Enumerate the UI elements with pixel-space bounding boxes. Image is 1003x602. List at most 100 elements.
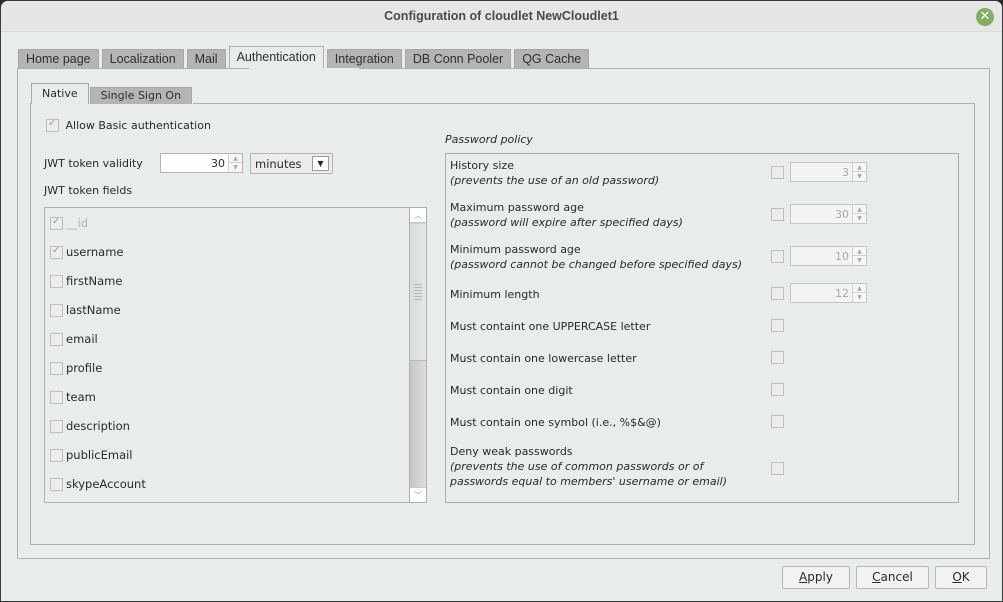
lowercase-rule-checkbox[interactable] <box>771 351 784 364</box>
checkbox[interactable] <box>50 245 63 259</box>
min-password-age-checkbox[interactable] <box>771 250 784 263</box>
row-label: Maximum password age <box>450 201 584 214</box>
jwt-validity-unit-value: minutes <box>255 157 302 171</box>
spin-up-icon[interactable]: ▲ <box>853 163 866 172</box>
scroll-thumb[interactable] <box>410 224 426 361</box>
checkbox[interactable] <box>50 448 63 462</box>
symbol-rule-checkbox[interactable] <box>771 415 784 428</box>
window-title: Configuration of cloudlet NewCloudlet1 <box>384 9 619 23</box>
min-length-checkbox[interactable] <box>771 287 784 300</box>
list-item[interactable]: username <box>50 245 124 261</box>
digit-rule-checkbox[interactable] <box>771 383 784 396</box>
tab-qg-cache[interactable]: QG Cache <box>514 49 590 68</box>
max-password-age-label: Maximum password age (password will expi… <box>450 200 683 230</box>
list-item[interactable]: firstName <box>50 274 122 290</box>
lowercase-rule-label: Must contain one lowercase letter <box>450 352 637 365</box>
checkbox[interactable] <box>50 361 63 375</box>
max-password-age-checkbox[interactable] <box>771 208 784 221</box>
close-icon[interactable]: ✕ <box>976 8 994 26</box>
password-policy-group: History size (prevents the use of an old… <box>445 153 959 503</box>
cancel-button[interactable]: Cancel <box>856 566 929 589</box>
subtab-native[interactable]: Native <box>31 83 89 104</box>
spin-up-icon[interactable]: ▲ <box>853 284 866 293</box>
apply-button[interactable]: Apply <box>782 566 850 589</box>
checkbox[interactable] <box>46 118 59 132</box>
configuration-dialog: Configuration of cloudlet NewCloudlet1 ✕… <box>0 0 1003 602</box>
checkbox[interactable] <box>50 216 63 230</box>
list-item[interactable]: team <box>50 390 96 406</box>
row-sublabel: (prevents the use of an old password) <box>450 174 660 187</box>
checkbox[interactable] <box>50 332 63 346</box>
tab-integration[interactable]: Integration <box>326 49 402 68</box>
spinner-value: 3 <box>842 166 849 179</box>
list-item[interactable]: profile <box>50 361 102 377</box>
min-length-label: Minimum length <box>450 288 540 301</box>
list-item-label: username <box>66 245 124 259</box>
list-item-label: team <box>66 390 96 404</box>
tab-authentication[interactable]: Authentication <box>228 46 324 68</box>
list-item-label: description <box>66 419 130 433</box>
deny-weak-passwords-label: Deny weak passwords (prevents the use of… <box>450 444 727 489</box>
jwt-validity-spinner[interactable]: 30 ▲ ▼ <box>160 153 243 173</box>
subtab-single-sign-on[interactable]: Single Sign On <box>89 87 193 104</box>
allow-basic-auth-checkbox[interactable]: Allow Basic authentication <box>46 118 211 132</box>
jwt-validity-label: JWT token validity <box>44 157 143 170</box>
button-label: pply <box>807 570 833 584</box>
spin-up-icon[interactable]: ▲ <box>853 247 866 256</box>
chevron-down-icon[interactable]: ▼ <box>312 156 329 171</box>
list-item[interactable]: lastName <box>50 303 121 319</box>
checkbox[interactable] <box>50 390 63 404</box>
grip-icon <box>414 284 422 302</box>
history-size-label: History size (prevents the use of an old… <box>450 158 659 188</box>
min-password-age-spinner[interactable]: 10 ▲ ▼ <box>790 246 867 266</box>
uppercase-rule-label: Must containt one UPPERCASE letter <box>450 320 651 333</box>
history-size-spinner[interactable]: 3 ▲ ▼ <box>790 162 867 182</box>
button-label: ancel <box>880 570 913 584</box>
divider <box>30 103 31 104</box>
list-item[interactable]: email <box>50 332 98 348</box>
spin-down-icon[interactable]: ▼ <box>853 293 866 302</box>
deny-weak-passwords-checkbox[interactable] <box>771 462 784 475</box>
tab-localization[interactable]: Localization <box>101 49 184 68</box>
jwt-validity-unit-select[interactable]: minutes ▼ <box>250 153 333 174</box>
spin-down-icon[interactable]: ▼ <box>853 172 866 181</box>
list-item-label: firstName <box>66 274 123 288</box>
min-length-spinner[interactable]: 12 ▲ ▼ <box>790 283 867 303</box>
history-size-checkbox[interactable] <box>771 166 784 179</box>
checkbox[interactable] <box>50 274 63 288</box>
list-item[interactable]: skypeAccount <box>50 477 146 493</box>
auth-subtabs: Native Single Sign On <box>31 83 193 104</box>
scrollbar[interactable]: ︿ ﹀ <box>409 208 426 502</box>
jwt-fields-list: __id username firstName lastName email p… <box>44 207 427 503</box>
max-password-age-spinner[interactable]: 30 ▲ ▼ <box>790 204 867 224</box>
checkbox[interactable] <box>50 303 63 317</box>
scroll-down-icon[interactable]: ﹀ <box>410 487 426 502</box>
row-sublabel: (prevents the use of common passwords or… <box>450 460 704 473</box>
spin-down-icon[interactable]: ▼ <box>853 214 866 223</box>
ok-button[interactable]: OK <box>935 566 987 589</box>
scroll-up-icon[interactable]: ︿ <box>410 208 426 223</box>
uppercase-rule-checkbox[interactable] <box>771 319 784 332</box>
list-item-label: profile <box>66 361 103 375</box>
min-password-age-label: Minimum password age (password cannot be… <box>450 242 742 272</box>
tab-home-page[interactable]: Home page <box>18 49 99 68</box>
jwt-validity-value: 30 <box>211 157 225 170</box>
spin-up-icon[interactable]: ▲ <box>853 205 866 214</box>
list-item[interactable]: __id <box>50 216 88 232</box>
digit-rule-label: Must contain one digit <box>450 384 573 397</box>
spin-down-icon[interactable]: ▼ <box>229 163 242 172</box>
title-bar: Configuration of cloudlet NewCloudlet1 ✕ <box>1 1 1002 32</box>
tab-db-conn-pooler[interactable]: DB Conn Pooler <box>404 49 512 68</box>
tab-mail[interactable]: Mail <box>186 49 226 68</box>
list-item-label: email <box>66 332 98 346</box>
list-item[interactable]: publicEmail <box>50 448 133 464</box>
spin-up-icon[interactable]: ▲ <box>229 154 242 163</box>
checkbox[interactable] <box>50 419 63 433</box>
main-tabs: Home page Localization Mail Authenticati… <box>18 46 592 68</box>
divider <box>193 103 975 104</box>
list-item[interactable]: description <box>50 419 130 435</box>
checkbox[interactable] <box>50 477 63 491</box>
row-label: Deny weak passwords <box>450 445 573 458</box>
button-label: K <box>961 570 970 584</box>
spin-down-icon[interactable]: ▼ <box>853 256 866 265</box>
